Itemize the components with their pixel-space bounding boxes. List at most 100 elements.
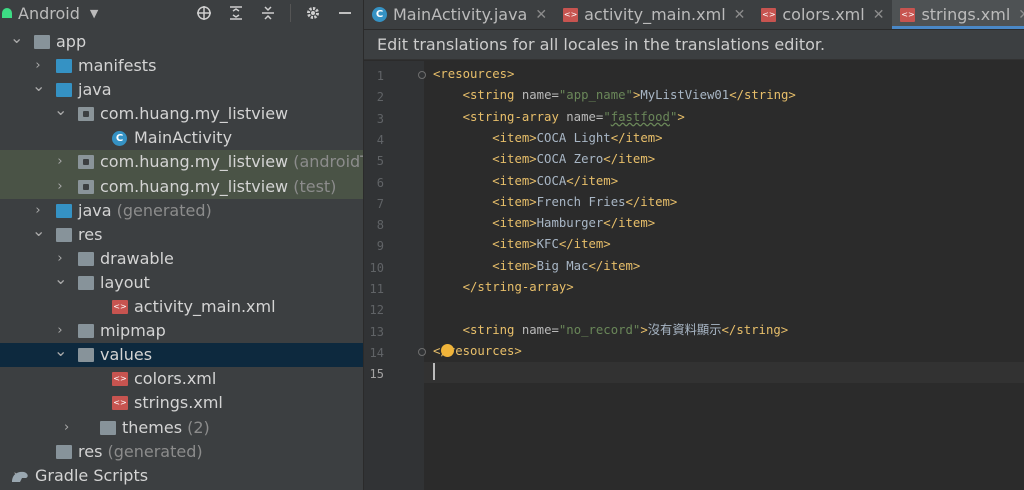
tree-item-label: Gradle Scripts bbox=[35, 465, 149, 485]
chevron-down-icon[interactable]: ⌄ bbox=[54, 98, 67, 122]
close-icon[interactable]: ✕ bbox=[873, 7, 885, 23]
code-line[interactable]: <item>COCA</item> bbox=[424, 171, 1024, 192]
code-line[interactable]: <item>French Fries</item> bbox=[424, 192, 1024, 213]
code-line[interactable]: <item>Big Mac</item> bbox=[424, 256, 1024, 277]
code-token: > bbox=[640, 322, 648, 337]
code-token: KFC bbox=[536, 237, 559, 252]
tree-item[interactable]: ⌄ app bbox=[0, 28, 363, 54]
tree-item[interactable]: C MainActivity bbox=[0, 126, 363, 150]
tree-item-label: MainActivity bbox=[134, 128, 233, 148]
line-number: 10 bbox=[369, 260, 384, 275]
tree-item[interactable]: ›Gradle Scripts bbox=[0, 464, 363, 488]
close-icon[interactable]: ✕ bbox=[535, 7, 547, 23]
code-token: name= bbox=[566, 109, 604, 124]
code-token: > bbox=[677, 109, 685, 124]
project-view-selector[interactable]: Android ▼ bbox=[0, 4, 98, 23]
code-line[interactable]: </resources> bbox=[424, 341, 1024, 362]
line-number: 15 bbox=[369, 367, 384, 382]
tree-item-label: java bbox=[78, 200, 112, 220]
code-token: "no_record" bbox=[558, 322, 641, 337]
chevron-down-icon[interactable]: ⌄ bbox=[32, 74, 45, 98]
code-line[interactable]: <resources> bbox=[424, 64, 1024, 85]
tab-label: strings.xml bbox=[921, 5, 1011, 24]
tree-item[interactable]: res (generated) bbox=[0, 440, 363, 464]
code-line[interactable]: <item>COCA Light</item> bbox=[424, 128, 1024, 149]
editor-tab[interactable]: <> activity_main.xml ✕ bbox=[555, 0, 753, 29]
collapse-all-icon[interactable] bbox=[258, 3, 278, 23]
code-line[interactable]: <string-array name="fastfood"> bbox=[424, 107, 1024, 128]
code-line[interactable] bbox=[424, 362, 1024, 384]
xml-file-icon: <> bbox=[563, 7, 579, 22]
tree-item[interactable]: ⌄ values bbox=[0, 341, 363, 368]
tree-item-label: java bbox=[78, 80, 112, 100]
tree-item-label: mipmap bbox=[100, 321, 166, 341]
fold-marker-icon[interactable] bbox=[418, 347, 426, 356]
code-token: </item> bbox=[588, 258, 641, 273]
project-view-name: Android bbox=[18, 3, 80, 23]
tree-item[interactable]: <> colors.xml bbox=[0, 367, 363, 391]
chevron-down-icon[interactable]: ⌄ bbox=[32, 219, 45, 243]
tree-item[interactable]: › java (generated) bbox=[0, 199, 363, 223]
editor-tab[interactable]: C MainActivity.java ✕ bbox=[364, 0, 555, 29]
resource-folder-icon bbox=[56, 444, 72, 459]
tree-item[interactable]: › com.huang.my_listview (androidTest) bbox=[0, 150, 363, 175]
tree-item[interactable]: ⌄ layout bbox=[0, 269, 363, 295]
chevron-right-icon[interactable]: › bbox=[54, 175, 66, 199]
code-editor[interactable]: <resources> <string name="app_name">MyLi… bbox=[418, 61, 1024, 490]
tree-item[interactable]: <> activity_main.xml bbox=[0, 295, 363, 319]
chevron-right-icon[interactable]: › bbox=[61, 416, 73, 440]
code-line[interactable]: <string name="app_name">MyListView01</st… bbox=[424, 85, 1024, 106]
code-token: 沒有資料顯示 bbox=[647, 322, 722, 337]
tree-item-label: manifests bbox=[78, 56, 157, 76]
tree-item[interactable]: ⌄ com.huang.my_listview bbox=[0, 100, 363, 126]
tree-item-hint: (androidTest) bbox=[293, 152, 363, 172]
chevron-down-icon[interactable]: ⌄ bbox=[54, 267, 67, 291]
chevron-down-icon[interactable]: ⌄ bbox=[54, 339, 67, 363]
code-line[interactable]: <item>Hamburger</item> bbox=[424, 213, 1024, 234]
tree-item-label: activity_main.xml bbox=[134, 297, 276, 317]
code-token: Big Mac bbox=[536, 258, 589, 273]
project-panel: Android ▼ ⌄ app › manifests ⌄ java ⌄ com.huang.… bbox=[0, 0, 364, 490]
code-token: </item> bbox=[603, 216, 656, 231]
chevron-right-icon[interactable]: › bbox=[54, 150, 66, 174]
close-icon[interactable]: ✕ bbox=[1018, 7, 1024, 23]
code-token: </string> bbox=[721, 322, 789, 337]
resource-folder-icon bbox=[56, 227, 72, 242]
xml-file-icon: <> bbox=[112, 396, 128, 411]
editor-tab[interactable]: <> colors.xml ✕ bbox=[753, 0, 892, 29]
code-token: COCA Zero bbox=[536, 152, 604, 167]
translations-banner[interactable]: Edit translations for all locales in the… bbox=[364, 30, 1024, 60]
code-line[interactable]: </string-array> bbox=[424, 277, 1024, 298]
locate-icon[interactable] bbox=[194, 3, 214, 23]
code-line[interactable]: <item>COCA Zero</item> bbox=[424, 149, 1024, 170]
tab-label: activity_main.xml bbox=[584, 5, 726, 24]
generated-folder-icon bbox=[56, 203, 72, 218]
fold-marker-icon[interactable] bbox=[418, 71, 426, 79]
lightbulb-icon[interactable] bbox=[441, 344, 454, 357]
code-token: <item> bbox=[492, 258, 537, 273]
code-line[interactable] bbox=[424, 298, 1024, 319]
tab-label: colors.xml bbox=[782, 5, 865, 24]
expand-all-icon[interactable] bbox=[226, 3, 246, 23]
tree-item[interactable]: › manifests bbox=[0, 54, 363, 78]
tree-item[interactable]: <> strings.xml bbox=[0, 391, 363, 415]
code-token: <item> bbox=[492, 216, 537, 231]
tree-item[interactable]: › com.huang.my_listview (test) bbox=[0, 174, 363, 199]
android-icon bbox=[2, 8, 12, 18]
tree-item[interactable]: › themes (2) bbox=[0, 416, 363, 440]
code-line[interactable]: <item>KFC</item> bbox=[424, 234, 1024, 255]
editor-tab[interactable]: <> strings.xml ✕ bbox=[892, 0, 1024, 29]
tree-item[interactable]: ⌄ res bbox=[0, 221, 363, 247]
minimize-icon[interactable] bbox=[335, 3, 355, 23]
close-icon[interactable]: ✕ bbox=[734, 7, 746, 23]
gear-icon[interactable] bbox=[303, 3, 323, 23]
chevron-down-icon[interactable]: ⌄ bbox=[10, 26, 23, 50]
code-line[interactable]: <string name="no_record">沒有資料顯示</string> bbox=[424, 320, 1024, 341]
code-token: MyListView01 bbox=[640, 88, 730, 103]
